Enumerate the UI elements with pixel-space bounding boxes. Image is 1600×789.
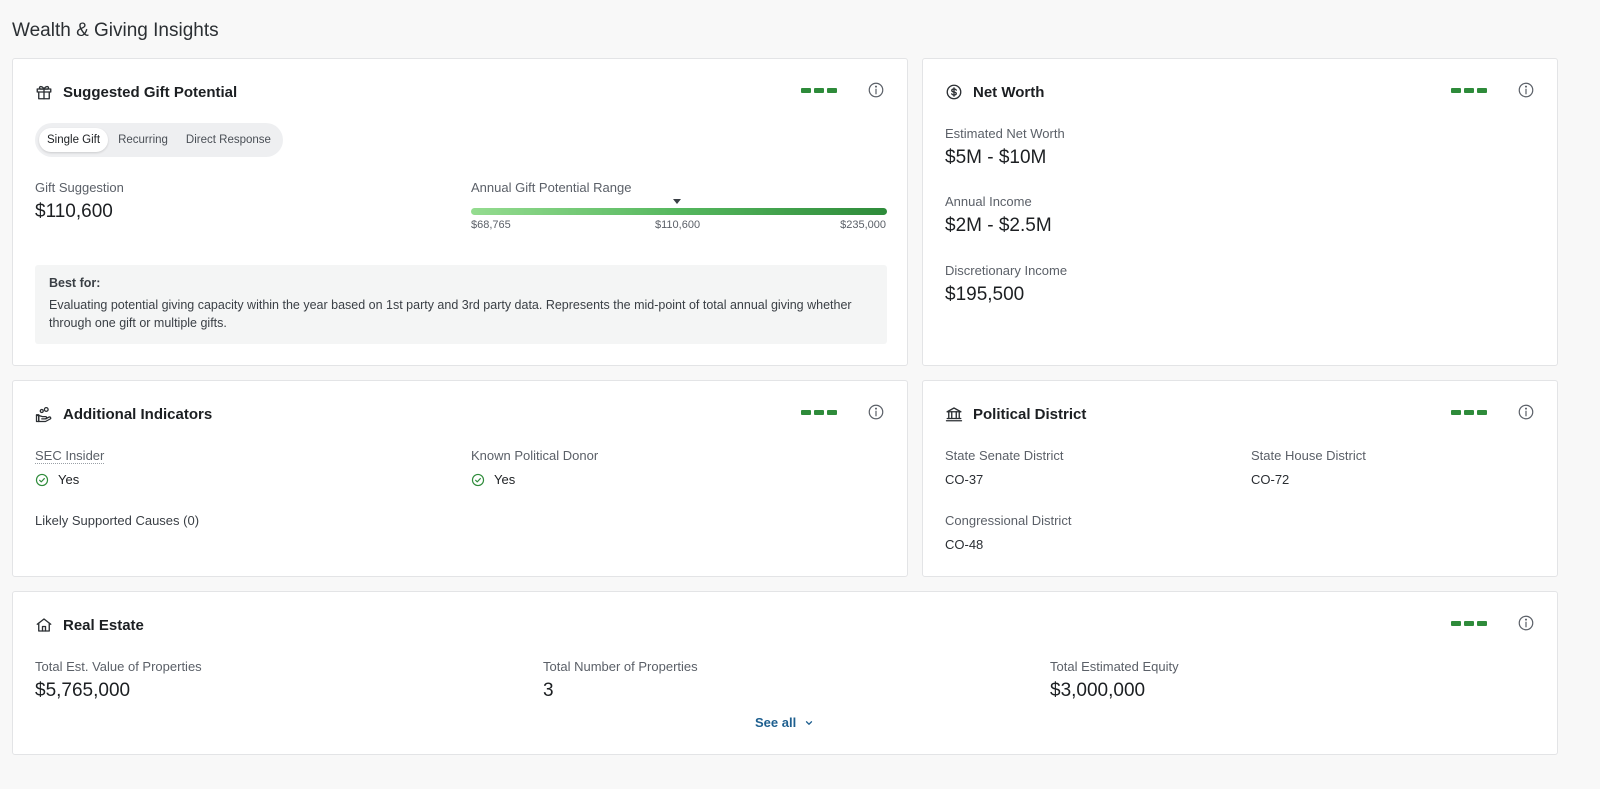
total-value-label: Total Est. Value of Properties [35, 659, 202, 674]
info-icon[interactable] [867, 81, 885, 99]
tab-direct-response[interactable]: Direct Response [178, 128, 279, 152]
confidence-indicator [1451, 621, 1487, 626]
discretionary-income-label: Discretionary Income [945, 263, 1068, 278]
hand-coins-icon [35, 405, 53, 423]
range-label: Annual Gift Potential Range [471, 180, 632, 195]
gift-suggestion-label: Gift Suggestion [35, 180, 124, 195]
card-title: Additional Indicators [63, 405, 213, 423]
gift-potential-card: Suggested Gift Potential Single Gift Rec… [12, 58, 908, 366]
political-donor-value: Yes [471, 472, 515, 487]
annual-income-label: Annual Income [945, 194, 1032, 209]
discretionary-income-value: $195,500 [945, 284, 1025, 305]
total-value-value: $5,765,000 [35, 680, 131, 701]
supported-causes-label[interactable]: Likely Supported Causes (0) [35, 513, 199, 528]
check-circle-icon [471, 473, 485, 486]
tab-recurring[interactable]: Recurring [110, 128, 176, 152]
range-marker [673, 199, 681, 204]
card-title: Real Estate [63, 616, 144, 634]
card-header: Net Worth [945, 81, 1535, 103]
gift-range-bar [471, 208, 887, 215]
confidence-indicator [1451, 88, 1487, 93]
card-title: Suggested Gift Potential [63, 83, 238, 101]
state-house-value: CO-72 [1251, 472, 1290, 487]
card-header: Political District [945, 403, 1535, 425]
see-all-label: See all [755, 715, 797, 730]
political-donor-yes: Yes [494, 472, 516, 487]
best-for-text: Evaluating potential giving capacity wit… [49, 298, 852, 330]
home-icon [35, 616, 53, 634]
range-min: $68,765 [471, 219, 511, 231]
net-worth-card: Net Worth Estimated Net Worth $5M - $10M… [922, 58, 1558, 366]
bank-icon [945, 405, 963, 423]
sec-insider-yes: Yes [58, 472, 80, 487]
info-icon[interactable] [1517, 403, 1535, 421]
info-icon[interactable] [867, 403, 885, 421]
estimated-net-worth-value: $5M - $10M [945, 147, 1047, 168]
sec-insider-label[interactable]: SEC Insider [35, 448, 105, 464]
check-circle-icon [35, 473, 49, 486]
gift-icon [35, 83, 53, 101]
page-title: Wealth & Giving Insights [12, 20, 219, 41]
gift-type-toggle: Single Gift Recurring Direct Response [35, 123, 283, 157]
tab-single-gift[interactable]: Single Gift [39, 128, 109, 152]
state-senate-label: State Senate District [945, 448, 1064, 463]
property-count-label: Total Number of Properties [543, 659, 698, 674]
card-title: Net Worth [973, 83, 1045, 101]
property-count-value: 3 [543, 680, 554, 701]
card-header: Suggested Gift Potential [35, 81, 885, 103]
dollar-circle-icon [945, 83, 963, 101]
confidence-indicator [801, 88, 837, 93]
range-mid: $110,600 [655, 219, 701, 231]
card-header: Real Estate [35, 614, 1535, 636]
confidence-indicator [1451, 410, 1487, 415]
state-senate-value: CO-37 [945, 472, 984, 487]
annual-income-value: $2M - $2.5M [945, 215, 1052, 236]
best-for-box: Best for: Evaluating potential giving ca… [35, 265, 887, 344]
confidence-indicator [801, 410, 837, 415]
political-donor-label: Known Political Donor [471, 448, 599, 463]
see-all-button[interactable]: See all [755, 715, 814, 730]
congressional-label: Congressional District [945, 513, 1072, 528]
congressional-value: CO-48 [945, 537, 984, 552]
card-header: Additional Indicators [35, 403, 885, 425]
info-icon[interactable] [1517, 81, 1535, 99]
card-title: Political District [973, 405, 1087, 423]
chevron-down-icon [806, 720, 813, 725]
additional-indicators-card: Additional Indicators SEC Insider Yes Kn… [12, 380, 908, 577]
gift-suggestion-value: $110,600 [35, 201, 113, 222]
political-district-card: Political District State Senate District… [922, 380, 1558, 577]
info-icon[interactable] [1517, 614, 1535, 632]
best-for-title: Best for: [49, 276, 101, 290]
sec-insider-value: Yes [35, 472, 79, 487]
total-equity-value: $3,000,000 [1050, 680, 1146, 701]
range-max: $235,000 [840, 219, 886, 231]
estimated-net-worth-label: Estimated Net Worth [945, 126, 1065, 141]
state-house-label: State House District [1251, 448, 1366, 463]
real-estate-card: Real Estate Total Est. Value of Properti… [12, 591, 1558, 755]
total-equity-label: Total Estimated Equity [1050, 659, 1179, 674]
